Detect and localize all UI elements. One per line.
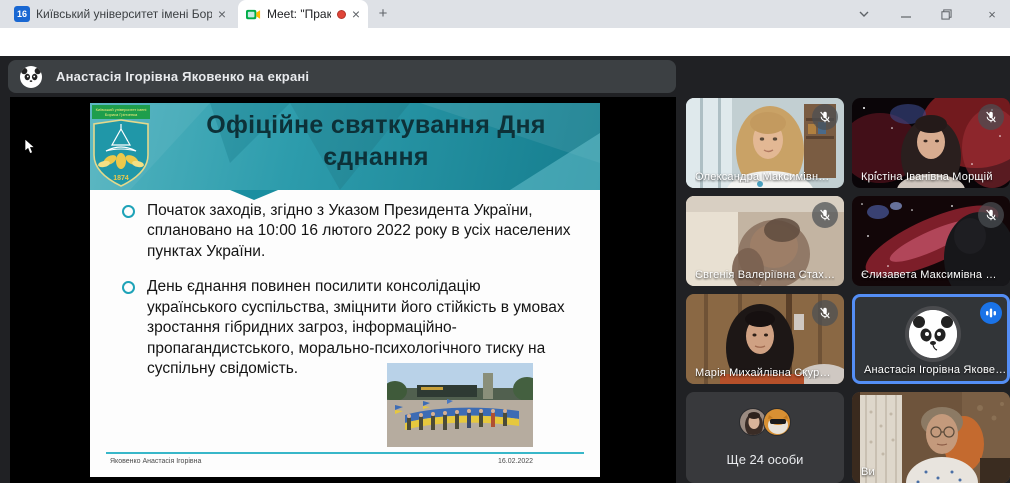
panda-avatar [905,306,961,362]
self-tile[interactable]: Ви [852,392,1010,483]
slide-header-notch [230,190,278,200]
browser-tab-strip: 16 Київський університет імені Бор × Mee… [0,0,1010,28]
participant-avatars [686,408,844,436]
mic-off-icon [812,300,838,326]
university-logo: Київський університет імені Бориса Грінч… [92,105,150,188]
recording-indicator-icon [337,10,346,19]
more-participants-label: Ще 24 особи [686,452,844,467]
slide-footer-author: Яковенко Анастасія Ігорівна [110,458,201,465]
window-restore-button[interactable] [938,6,954,22]
participant-name: Євгенія Валеріївна Стах… [695,269,835,281]
participant-tile-mariia[interactable]: Марія Михайлівна Скур… [686,294,844,384]
mic-off-icon [978,202,1004,228]
slide-bullet: Початок заходів, згідно з Указом Президе… [120,201,572,262]
mic-off-icon [812,202,838,228]
participant-tile-yevheniia[interactable]: Євгенія Валеріївна Стах… [686,196,844,286]
flag-march-photo [387,363,533,447]
participant-tile-anastasiia-speaking[interactable]: Анастасія Ігорівна Якове… [852,294,1010,384]
tab-search-chevron-icon[interactable] [856,6,872,22]
meet-app: Анастасія Ігорівна Яковенко на екрані [0,56,1010,483]
self-label: Ви [861,466,875,478]
shared-screen-stage[interactable]: Офіційне святкування Дня єднання Київськ… [10,97,676,483]
participant-tile-oleksandra[interactable]: Олександра Максимівн… [686,98,844,188]
mouse-cursor-icon [24,139,37,155]
mic-off-icon [978,104,1004,130]
tab-close-icon[interactable]: × [218,7,226,21]
participant-name: Анастасія Ігорівна Якове… [864,364,1006,376]
meet-favicon [246,7,261,22]
new-tab-button[interactable]: + [374,5,392,23]
tab-title: Київський університет імені Бор [36,7,212,21]
presenting-banner-text: Анастасія Ігорівна Яковенко на екрані [56,69,309,84]
presentation-slide: Офіційне святкування Дня єднання Київськ… [90,103,600,477]
presenting-banner: Анастасія Ігорівна Яковенко на екрані [8,60,676,93]
tab-meet[interactable]: Meet: "Практична робота N × [238,0,368,28]
participant-name: Крістіна Іванівна Морщій [861,171,993,183]
slide-footer-line [106,452,584,454]
participant-name: Олександра Максимівн… [695,171,829,183]
participant-tile-kristina[interactable]: Крістіна Іванівна Морщій [852,98,1010,188]
window-minimize-button[interactable] [898,6,914,22]
window-close-button[interactable]: × [984,6,1000,22]
slide-title: Офіційне святкування Дня єднання [158,109,594,173]
university-logo-year: 1874 [92,175,150,182]
more-participants-tile[interactable]: Ще 24 особи [686,392,844,483]
mic-off-icon [812,104,838,130]
slide-footer-date: 16.02.2022 [498,458,533,465]
participant-name: Єлизавета Максимівна … [861,269,997,281]
tab-title: Meet: "Практична робота N [267,7,331,21]
university-logo-caption: Київський університет імені Бориса Грінч… [92,105,150,119]
screen: 16 Київський університет імені Бор × Mee… [0,0,1010,483]
self-video [852,392,1010,483]
audio-activity-icon [980,302,1002,324]
calendar-favicon: 16 [14,6,30,22]
tab-close-icon[interactable]: × [352,7,360,21]
browser-address-bar: ← → meet.google.com/srk-xsgr-xoy?authuse… [0,28,1010,56]
participant-avatar [763,408,791,436]
panda-avatar-icon [20,66,42,88]
participant-name: Марія Михайлівна Скур… [695,367,831,379]
tab-university[interactable]: 16 Київський університет імені Бор × [6,0,234,28]
participant-tile-yelyzaveta[interactable]: Єлизавета Максимівна … [852,196,1010,286]
